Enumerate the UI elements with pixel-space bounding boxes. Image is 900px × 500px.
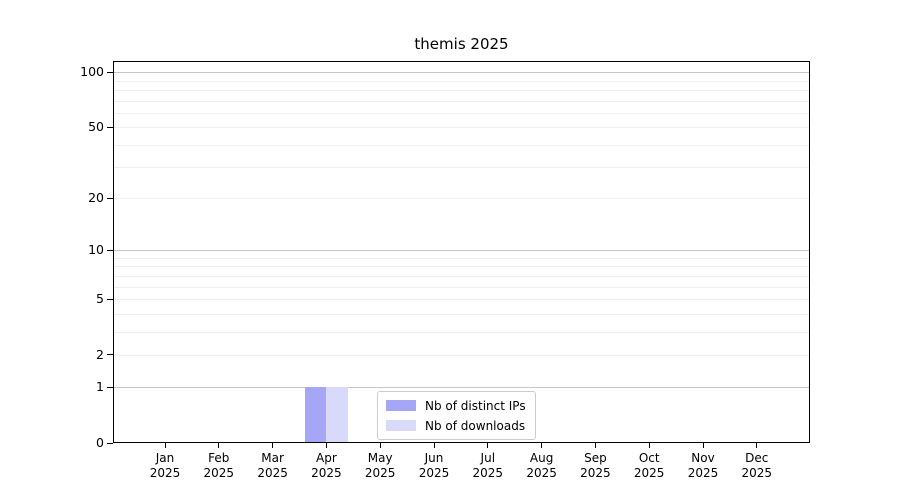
x-tick-label: Jan2025 — [135, 451, 195, 481]
year-label: 2025 — [135, 466, 195, 481]
x-tick-label: Apr2025 — [296, 451, 356, 481]
major-gridline — [114, 72, 809, 73]
x-tick-label: Jul2025 — [458, 451, 518, 481]
y-axis-tick — [107, 250, 113, 251]
year-label: 2025 — [565, 466, 625, 481]
x-tick-label: Dec2025 — [727, 451, 787, 481]
chart-figure: themis 2025 0125102050100Jan2025Feb2025M… — [0, 0, 900, 500]
y-axis-tick — [107, 387, 113, 388]
x-tick-label: Mar2025 — [243, 451, 303, 481]
month-label: Mar — [243, 451, 303, 466]
x-axis-tick — [756, 443, 757, 448]
x-axis-tick — [649, 443, 650, 448]
x-axis-tick — [541, 443, 542, 448]
distinct-ips-swatch-icon — [386, 400, 416, 411]
y-tick-label: 1 — [0, 380, 104, 394]
major-gridline — [114, 250, 809, 251]
x-tick-label: May2025 — [350, 451, 410, 481]
month-label: Nov — [673, 451, 733, 466]
year-label: 2025 — [512, 466, 572, 481]
year-label: 2025 — [296, 466, 356, 481]
month-label: Feb — [189, 451, 249, 466]
x-axis-tick — [218, 443, 219, 448]
minor-gridline — [114, 258, 809, 259]
year-label: 2025 — [189, 466, 249, 481]
minor-gridline — [114, 81, 809, 82]
y-axis-tick — [107, 72, 113, 73]
minor-gridline — [114, 145, 809, 146]
x-tick-label: Sep2025 — [565, 451, 625, 481]
y-tick-label: 10 — [0, 243, 104, 257]
x-axis-tick — [165, 443, 166, 448]
y-tick-label: 0 — [0, 436, 104, 450]
x-tick-label: Oct2025 — [619, 451, 679, 481]
legend-label: Nb of downloads — [425, 419, 525, 433]
minor-gridline — [114, 314, 809, 315]
y-tick-label: 50 — [0, 120, 104, 134]
y-tick-label: 2 — [0, 348, 104, 362]
year-label: 2025 — [350, 466, 410, 481]
minor-gridline — [114, 299, 809, 300]
legend: Nb of distinct IPs Nb of downloads — [377, 391, 536, 440]
x-axis-tick — [595, 443, 596, 448]
month-label: Apr — [296, 451, 356, 466]
minor-gridline — [114, 101, 809, 102]
y-tick-label: 5 — [0, 292, 104, 306]
month-label: Dec — [727, 451, 787, 466]
legend-item-downloads: Nb of downloads — [386, 417, 526, 434]
minor-gridline — [114, 113, 809, 114]
minor-gridline — [114, 332, 809, 333]
minor-gridline — [114, 355, 809, 356]
minor-gridline — [114, 287, 809, 288]
y-tick-label: 20 — [0, 191, 104, 205]
year-label: 2025 — [458, 466, 518, 481]
plot-area — [113, 61, 810, 443]
bar-nb-of-distinct-ips — [305, 387, 327, 442]
month-label: Oct — [619, 451, 679, 466]
minor-gridline — [114, 266, 809, 267]
chart-title: themis 2025 — [113, 35, 810, 53]
major-gridline — [114, 387, 809, 388]
month-label: Jun — [404, 451, 464, 466]
bar-nb-of-downloads — [326, 387, 348, 442]
year-label: 2025 — [243, 466, 303, 481]
y-axis-tick — [107, 198, 113, 199]
month-label: Aug — [512, 451, 572, 466]
minor-gridline — [114, 198, 809, 199]
legend-label: Nb of distinct IPs — [425, 399, 526, 413]
x-axis-tick — [434, 443, 435, 448]
minor-gridline — [114, 127, 809, 128]
month-label: Jul — [458, 451, 518, 466]
legend-item-distinct-ips: Nb of distinct IPs — [386, 397, 526, 414]
x-axis-tick — [380, 443, 381, 448]
year-label: 2025 — [673, 466, 733, 481]
year-label: 2025 — [619, 466, 679, 481]
x-tick-label: Nov2025 — [673, 451, 733, 481]
month-label: Sep — [565, 451, 625, 466]
year-label: 2025 — [727, 466, 787, 481]
y-axis-tick — [107, 443, 113, 444]
year-label: 2025 — [404, 466, 464, 481]
y-axis-tick — [107, 354, 113, 355]
minor-gridline — [114, 167, 809, 168]
minor-gridline — [114, 90, 809, 91]
x-tick-label: Jun2025 — [404, 451, 464, 481]
y-tick-label: 100 — [0, 65, 104, 79]
minor-gridline — [114, 276, 809, 277]
x-axis-tick — [487, 443, 488, 448]
y-axis-tick — [107, 299, 113, 300]
x-axis-tick — [272, 443, 273, 448]
x-tick-label: Aug2025 — [512, 451, 572, 481]
x-axis-tick — [703, 443, 704, 448]
downloads-swatch-icon — [386, 420, 416, 431]
month-label: May — [350, 451, 410, 466]
x-tick-label: Feb2025 — [189, 451, 249, 481]
x-axis-tick — [326, 443, 327, 448]
month-label: Jan — [135, 451, 195, 466]
y-axis-tick — [107, 127, 113, 128]
